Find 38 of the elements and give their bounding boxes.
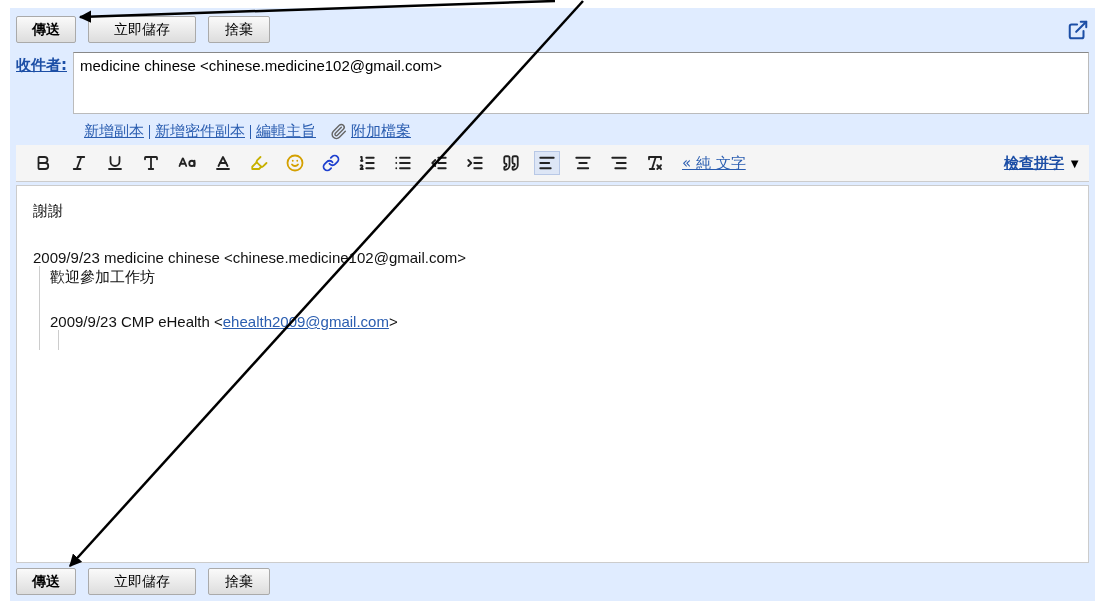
highlighter-icon — [250, 154, 268, 172]
dropdown-caret[interactable]: ▼ — [1068, 155, 1081, 171]
pop-out-icon[interactable] — [1067, 18, 1089, 41]
field-link[interactable]: 新增副本 — [84, 122, 144, 141]
send-button[interactable]: 傳送 — [16, 16, 76, 43]
send-button[interactable]: 傳送 — [16, 568, 76, 595]
action-button[interactable]: 捨棄 — [208, 568, 270, 595]
align-center-icon — [574, 154, 592, 172]
remove-formatting-icon — [646, 154, 664, 172]
outdent-icon — [430, 154, 448, 172]
bullet-list-icon — [394, 154, 412, 172]
recipients-label[interactable]: 收件者: — [16, 56, 67, 75]
paperclip-icon — [330, 123, 347, 140]
toolbar-button[interactable] — [534, 151, 560, 175]
numbered-list-icon — [358, 154, 376, 172]
italic-icon — [70, 154, 88, 172]
quote-header-text: 2009/9/23 CMP eHealth < — [50, 313, 223, 330]
action-button[interactable]: 立即儲存 — [88, 568, 196, 595]
action-button[interactable]: 捨棄 — [208, 16, 270, 43]
recipients-field[interactable]: medicine chinese <chinese.medicine102@gmail.com> — [73, 52, 1089, 114]
attach-link[interactable]: 附加檔案 — [351, 122, 411, 141]
align-left-icon — [538, 154, 556, 172]
smiley-icon — [286, 154, 304, 172]
quote-header-text: > — [388, 313, 398, 330]
body-text: 歡迎參加工作坊 — [50, 268, 156, 287]
underline-icon — [106, 154, 124, 172]
plain-text-link[interactable]: « 純 文字 — [682, 153, 746, 173]
field-link[interactable]: 新增密件副本 — [155, 122, 245, 141]
font-icon — [142, 154, 160, 172]
body-text: 謝謝 — [33, 202, 64, 221]
field-link[interactable]: 編輯主旨 — [256, 122, 316, 141]
align-right-icon — [610, 154, 628, 172]
quote-icon — [502, 154, 520, 172]
link-icon — [322, 154, 340, 172]
action-button[interactable]: 立即儲存 — [88, 16, 196, 43]
text-color-icon — [214, 154, 232, 172]
spellcheck-link[interactable]: 檢查拼字 — [1004, 153, 1065, 173]
indent-icon — [466, 154, 484, 172]
